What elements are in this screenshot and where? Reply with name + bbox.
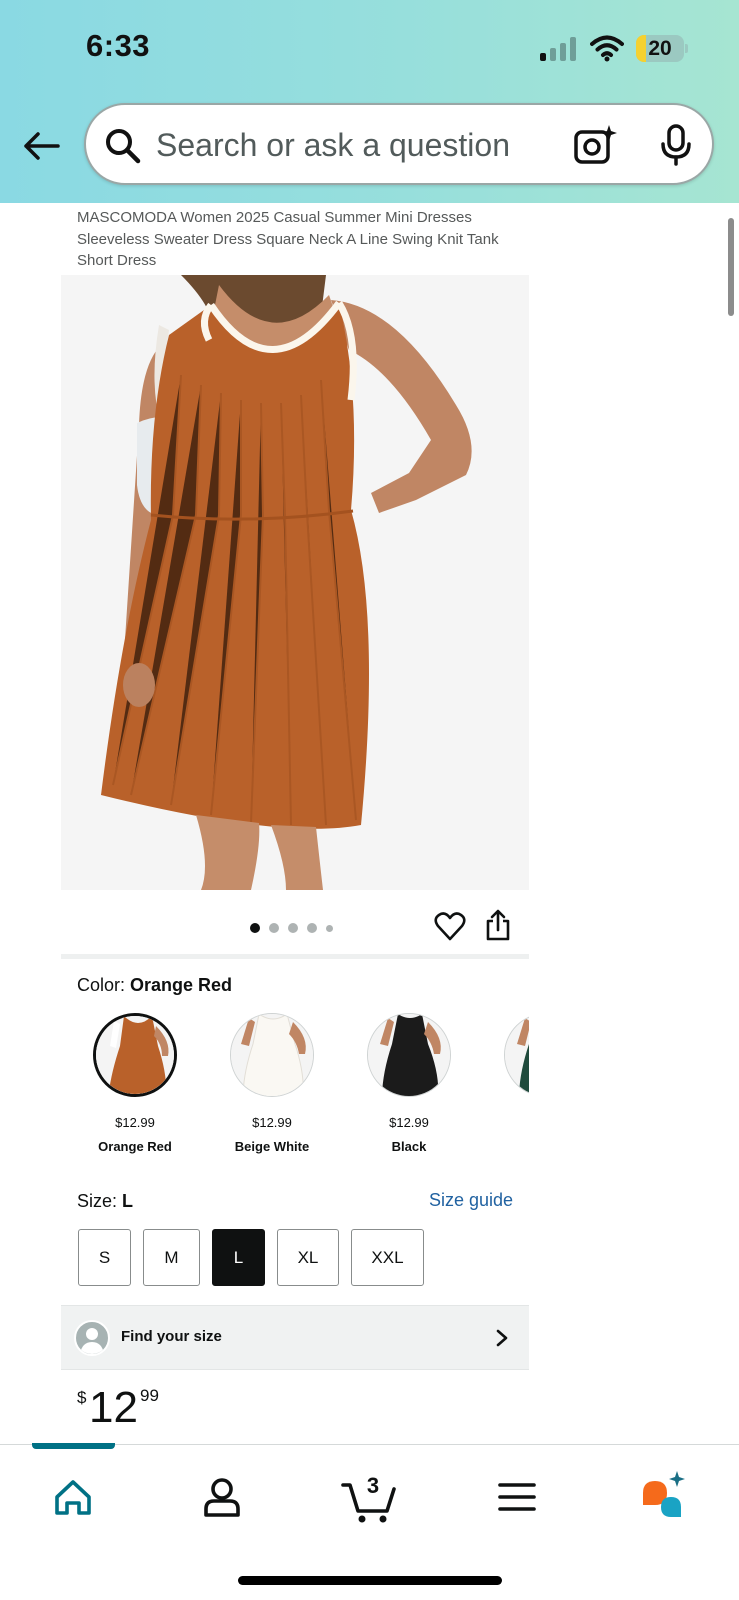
search-icon [106, 129, 141, 164]
swatch-thumbnail[interactable] [230, 1013, 314, 1097]
section-divider [61, 954, 529, 959]
carousel-dot[interactable] [307, 923, 317, 933]
image-carousel-dots[interactable] [250, 922, 333, 934]
search-input[interactable]: Search or ask a question [156, 127, 510, 164]
battery-body: 20 [636, 35, 684, 62]
person-icon [80, 1328, 104, 1354]
orange-dress-thumbnail [96, 1016, 174, 1094]
swatch-price: $ [481, 1115, 529, 1130]
black-dress-thumbnail [368, 1014, 450, 1096]
swatch-name: Black [391, 1139, 427, 1154]
account-icon[interactable] [192, 1467, 252, 1527]
product-image[interactable] [61, 275, 529, 890]
cart-count: 3 [367, 1473, 379, 1498]
swatch-price: $12.99 [252, 1115, 292, 1130]
carousel-dot[interactable] [269, 923, 279, 933]
home-indicator [238, 1576, 502, 1585]
battery-percent: 20 [648, 37, 672, 60]
swatch-name: Orange Red [98, 1139, 172, 1154]
swatch-thumbnail[interactable] [504, 1013, 529, 1097]
size-option-xl[interactable]: XL [277, 1229, 339, 1286]
arrow-left-icon [24, 132, 60, 160]
menu-icon[interactable] [487, 1467, 547, 1527]
price-currency: $ [77, 1388, 87, 1407]
carousel-dot[interactable] [326, 924, 333, 932]
status-time: 6:33 [86, 28, 151, 63]
size-option-xxl[interactable]: XXL [351, 1229, 424, 1286]
dress-model-photo [61, 275, 529, 890]
swatch-name: Da [481, 1139, 529, 1154]
microphone-icon[interactable] [658, 123, 694, 167]
active-tab-indicator [32, 1443, 115, 1449]
swatch-price: $12.99 [389, 1115, 429, 1130]
product-title[interactable]: MASCOMODA Women 2025 Casual Summer Mini … [77, 207, 527, 272]
cellular-signal-icon [540, 37, 578, 61]
size-label-prefix: Size: [77, 1191, 118, 1211]
heart-icon[interactable] [434, 911, 466, 943]
ai-assistant-icon[interactable] [635, 1467, 695, 1527]
cart-icon[interactable]: 3 [339, 1467, 401, 1527]
color-swatch-list[interactable]: $12.99 Orange Red $12.99 Beige White $12… [61, 1010, 529, 1160]
wifi-icon [590, 35, 624, 62]
swatch-thumbnail[interactable] [367, 1013, 451, 1097]
battery-cap [685, 44, 688, 53]
carousel-dot[interactable] [288, 923, 298, 933]
battery-icon: 20 [636, 35, 688, 62]
selected-size: L [122, 1191, 134, 1211]
back-button[interactable] [18, 123, 64, 169]
beige-dress-thumbnail [231, 1014, 313, 1096]
color-label: Color: Orange Red [77, 975, 232, 996]
avatar [74, 1320, 110, 1356]
find-your-size-label: Find your size [121, 1328, 222, 1345]
selected-color-name: Orange Red [130, 975, 233, 995]
color-label-prefix: Color: [77, 975, 126, 995]
color-swatch-black[interactable]: $12.99 Black [344, 1010, 474, 1160]
carousel-dot[interactable] [250, 923, 260, 933]
size-option-s[interactable]: S [78, 1229, 131, 1286]
size-label: Size: L [77, 1191, 133, 1212]
size-option-m[interactable]: M [143, 1229, 200, 1286]
color-swatch-partial[interactable]: $ Da [481, 1010, 529, 1160]
dark-green-dress-thumbnail [505, 1014, 529, 1096]
size-option-l[interactable]: L [212, 1229, 265, 1286]
scrollbar-thumb[interactable] [728, 218, 734, 316]
color-swatch-orange-red[interactable]: $12.99 Orange Red [70, 1010, 200, 1160]
share-icon[interactable] [484, 908, 512, 942]
bottom-tab-bar: 3 [0, 1443, 739, 1600]
size-guide-link[interactable]: Size guide [429, 1190, 513, 1211]
swatch-name: Beige White [234, 1139, 310, 1154]
swatch-thumbnail[interactable] [93, 1013, 177, 1097]
swatch-price: $12.99 [115, 1115, 155, 1130]
camera-search-icon[interactable] [573, 123, 617, 167]
price-whole: 12 [89, 1383, 138, 1432]
search-bar[interactable]: Search or ask a question [84, 103, 714, 185]
color-swatch-beige-white[interactable]: $12.99 Beige White [207, 1010, 337, 1160]
find-your-size-row[interactable]: Find your size [61, 1305, 529, 1370]
home-icon[interactable] [43, 1467, 103, 1527]
price-fraction: 99 [140, 1386, 159, 1405]
chevron-right-icon [496, 1329, 508, 1347]
top-header: 6:33 20 Search or ask a question [0, 0, 739, 203]
